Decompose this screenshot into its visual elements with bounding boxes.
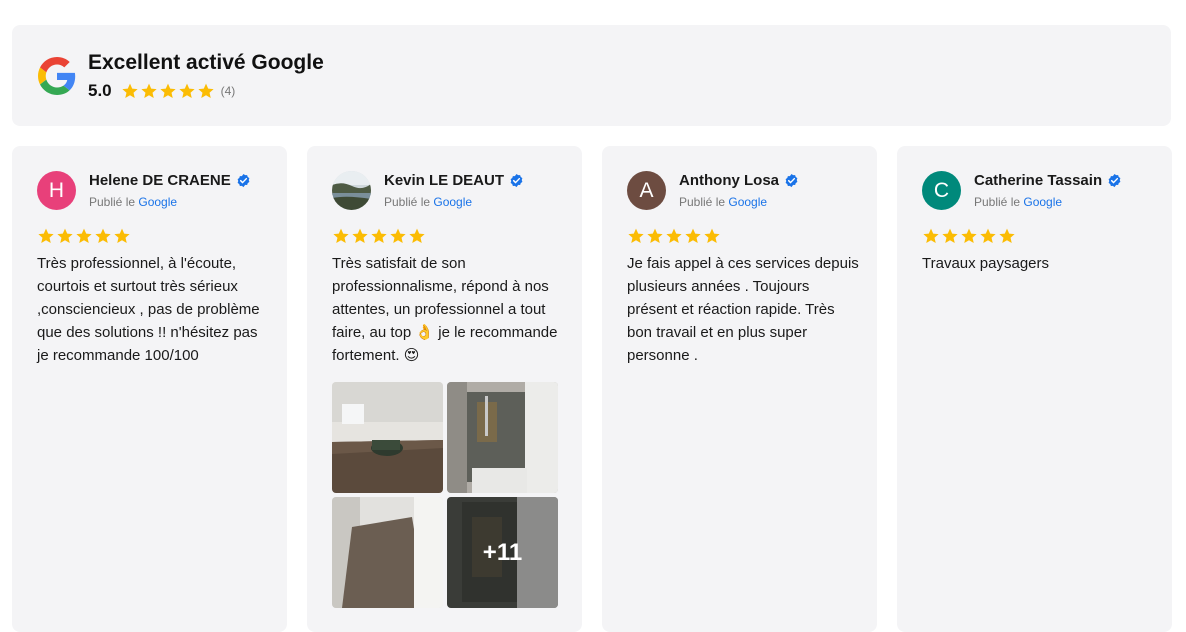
google-source-link[interactable]: Google	[728, 195, 767, 209]
star-icon	[922, 227, 940, 245]
star-icon	[979, 227, 997, 245]
avatar-photo	[332, 171, 371, 210]
rating-stars	[121, 82, 216, 100]
published-source: Publié le Google	[974, 195, 1062, 209]
star-icon	[960, 227, 978, 245]
star-icon	[197, 82, 215, 100]
reviewer-name[interactable]: Kevin LE DEAUT	[384, 172, 504, 189]
verified-badge-icon	[236, 173, 251, 188]
verified-badge-icon	[784, 173, 799, 188]
published-source: Publié le Google	[679, 195, 767, 209]
published-prefix: Publié le	[679, 195, 726, 209]
star-icon	[389, 227, 407, 245]
review-stars	[627, 227, 722, 245]
star-icon	[941, 227, 959, 245]
star-icon	[332, 227, 350, 245]
page-title: Excellent activé Google	[88, 51, 324, 74]
star-icon	[94, 227, 112, 245]
avatar: A	[627, 171, 666, 210]
star-icon	[998, 227, 1016, 245]
star-icon	[37, 227, 55, 245]
star-icon	[627, 227, 645, 245]
star-icon	[75, 227, 93, 245]
star-icon	[178, 82, 196, 100]
rating-score: 5.0	[88, 81, 112, 100]
star-icon	[703, 227, 721, 245]
review-stars	[922, 227, 1017, 245]
reviewer-name-row: Catherine Tassain	[974, 172, 1122, 189]
overall-rating: 5.0 (4)	[88, 81, 235, 101]
verified-badge-icon	[1107, 173, 1122, 188]
avatar: C	[922, 171, 961, 210]
reviewer-name-row: Kevin LE DEAUT	[384, 172, 524, 189]
reviewer-name-row: Helene DE CRAENE	[89, 172, 251, 189]
star-icon	[159, 82, 177, 100]
reviewer-name[interactable]: Catherine Tassain	[974, 172, 1102, 189]
star-icon	[684, 227, 702, 245]
star-icon	[646, 227, 664, 245]
published-prefix: Publié le	[384, 195, 431, 209]
review-stars	[37, 227, 132, 245]
google-source-link[interactable]: Google	[433, 195, 472, 209]
star-icon	[370, 227, 388, 245]
published-source: Publié le Google	[89, 195, 177, 209]
google-source-link[interactable]: Google	[138, 195, 177, 209]
avatar: H	[37, 171, 76, 210]
reviewer-name[interactable]: Helene DE CRAENE	[89, 172, 231, 189]
review-card: Kevin LE DEAUT Publié le Google Très sat…	[307, 146, 582, 632]
star-icon	[140, 82, 158, 100]
review-photo[interactable]	[447, 382, 558, 493]
review-text: Très professionnel, à l'écoute, courtois…	[37, 255, 260, 364]
review-text: Travaux paysagers	[922, 255, 1050, 272]
ok-hand-emoji: 👌	[415, 323, 435, 341]
review-card: C Catherine Tassain Publié le Google Tra…	[897, 146, 1172, 632]
review-text: Très satisfait de son professionnalisme,…	[332, 252, 564, 367]
review-photo-gallery: +11	[332, 382, 558, 608]
review-count: (4)	[220, 84, 236, 98]
reviewer-name-row: Anthony Losa	[679, 172, 799, 189]
review-photo[interactable]	[332, 497, 443, 608]
published-source: Publié le Google	[384, 195, 472, 209]
review-photo[interactable]	[332, 382, 443, 493]
verified-badge-icon	[509, 173, 524, 188]
google-source-link[interactable]: Google	[1023, 195, 1062, 209]
star-icon	[408, 227, 426, 245]
star-icon	[113, 227, 131, 245]
star-icon	[351, 227, 369, 245]
star-icon	[665, 227, 683, 245]
review-card: A Anthony Losa Publié le Google Je fais …	[602, 146, 877, 632]
review-text: Je fais appel à ces services depuis plus…	[627, 255, 859, 364]
star-icon	[56, 227, 74, 245]
heart-eyes-emoji: 😍	[403, 346, 420, 364]
published-prefix: Publié le	[974, 195, 1021, 209]
rating-summary-header: Excellent activé Google 5.0 (4)	[12, 25, 1171, 126]
review-stars	[332, 227, 427, 245]
reviewer-name[interactable]: Anthony Losa	[679, 172, 779, 189]
more-photos-tile[interactable]: +11	[447, 497, 558, 608]
google-logo-icon	[38, 57, 76, 95]
published-prefix: Publié le	[89, 195, 136, 209]
star-icon	[121, 82, 139, 100]
review-card: H Helene DE CRAENE Publié le Google Très…	[12, 146, 287, 632]
more-photos-count: +11	[447, 497, 558, 608]
avatar	[332, 171, 371, 210]
